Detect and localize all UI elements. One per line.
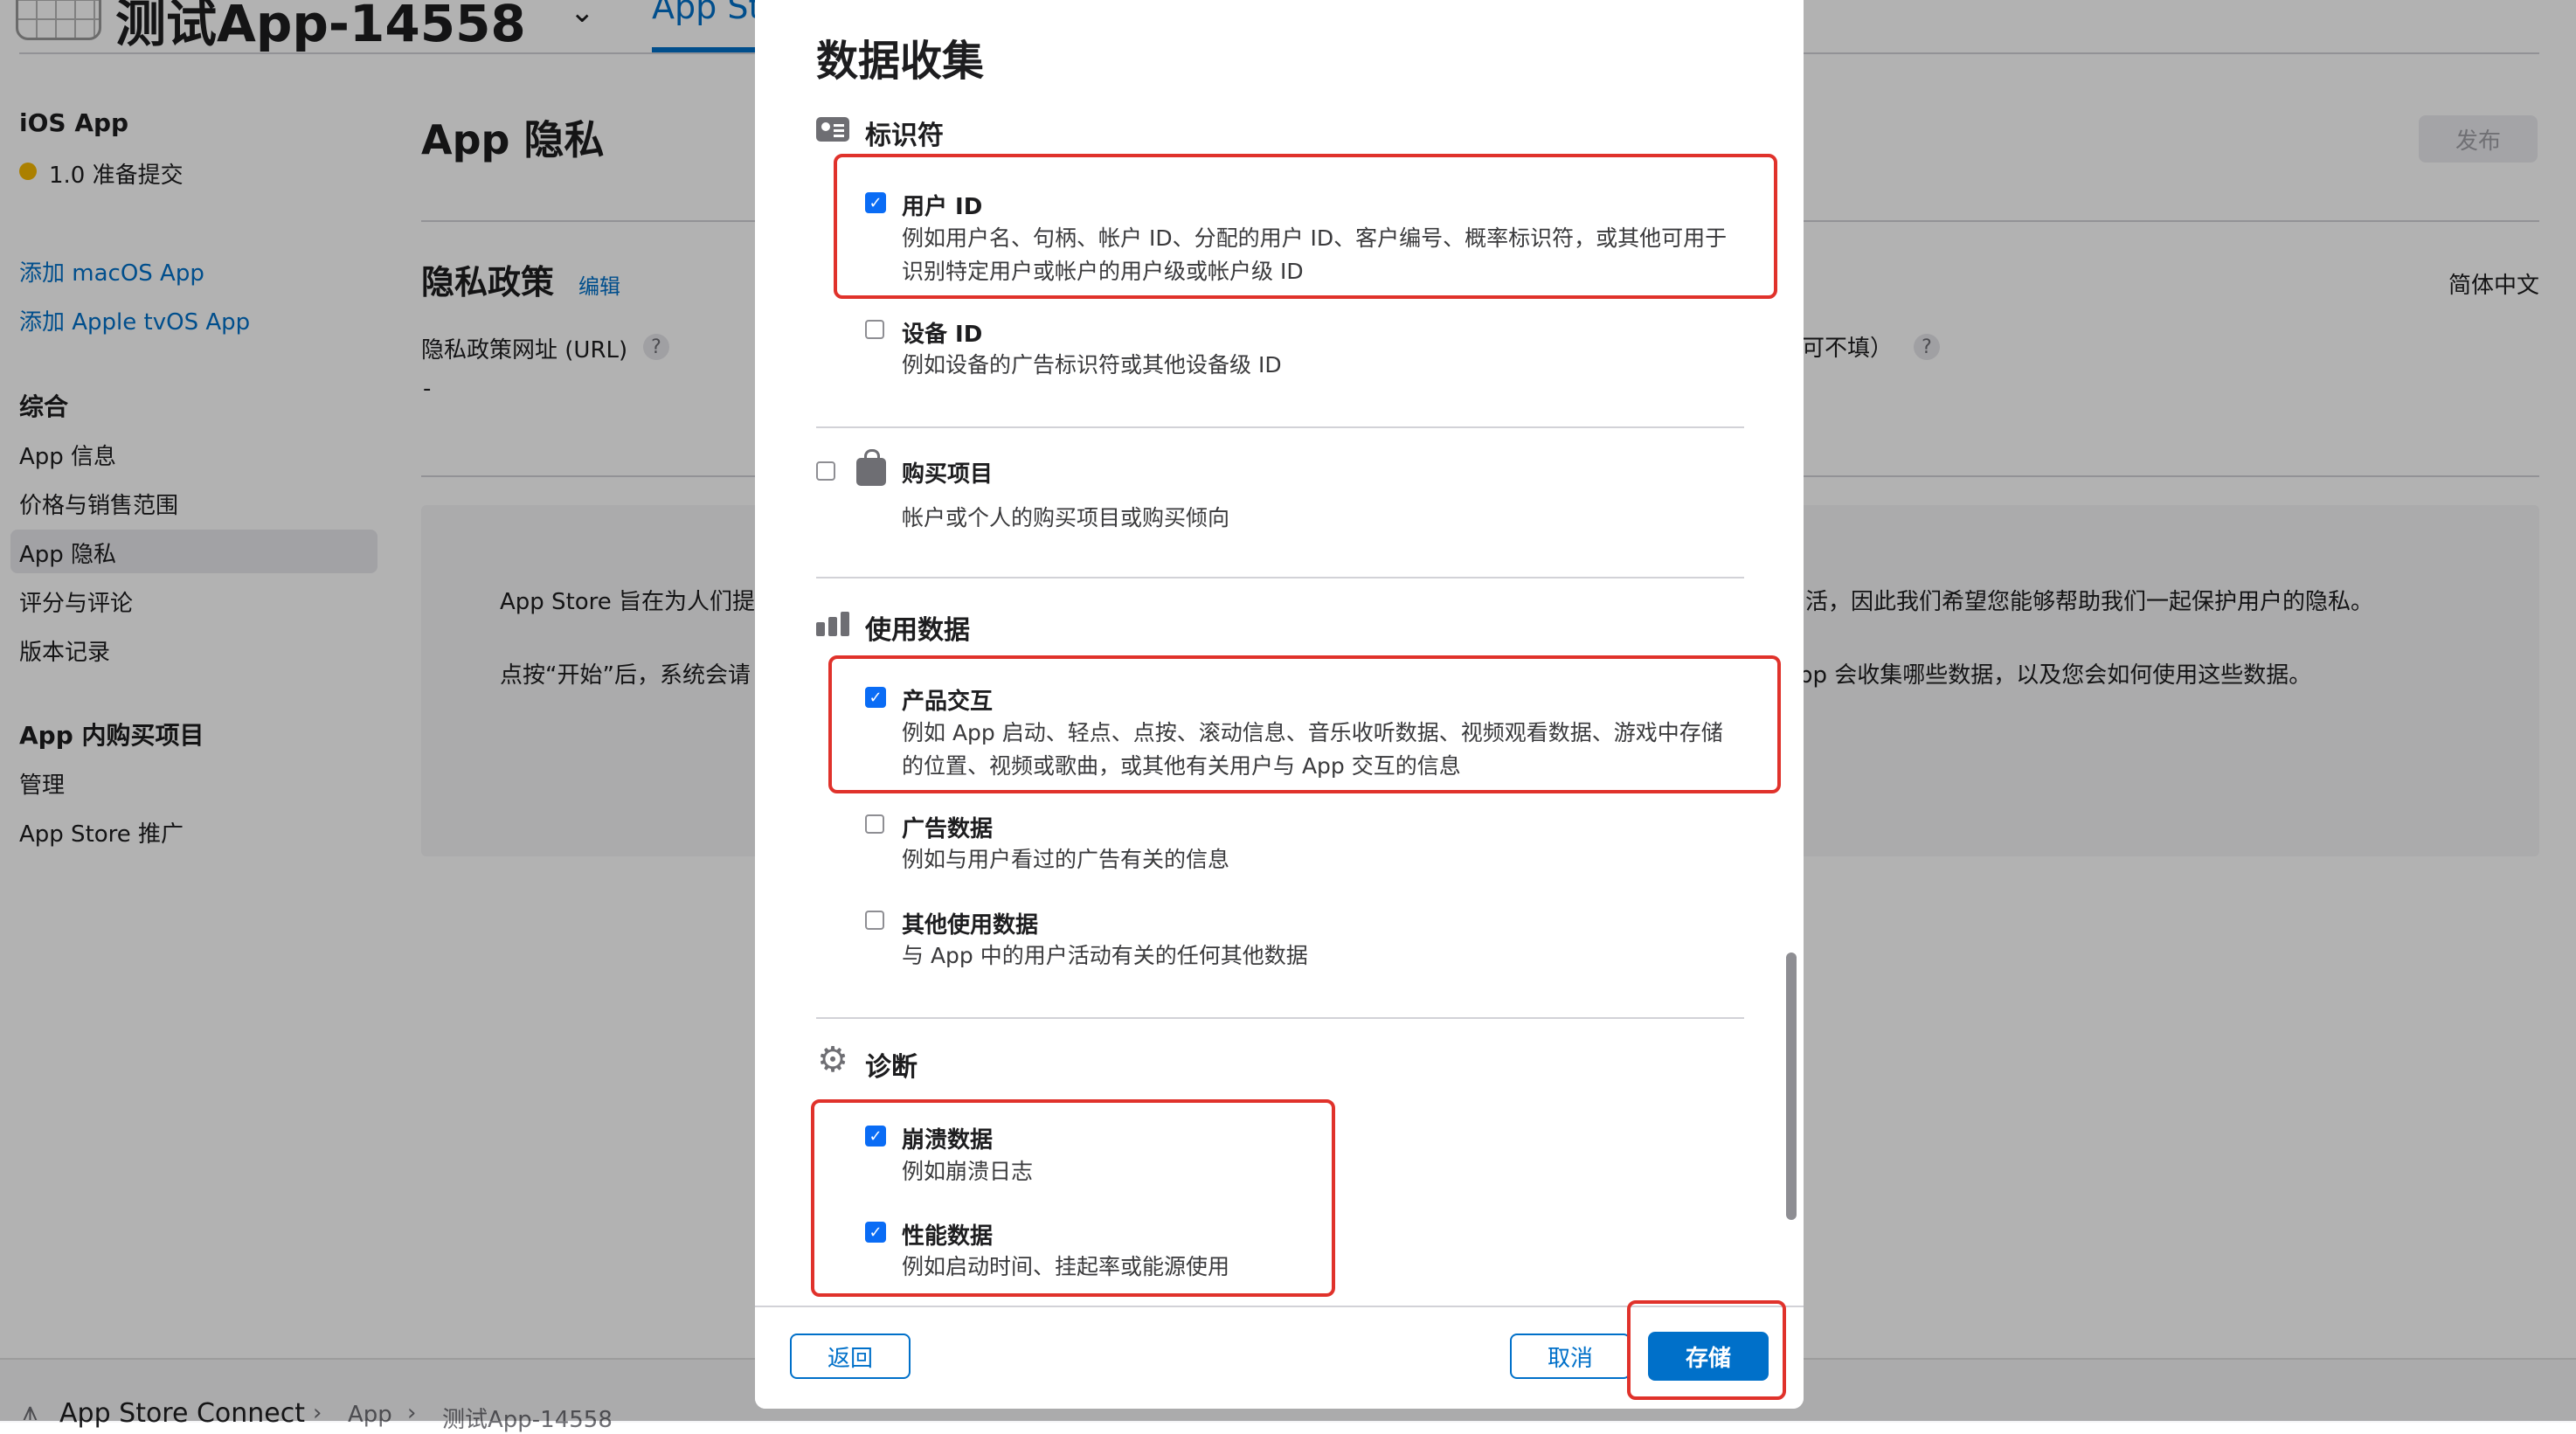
checkbox-crash-data[interactable]: ✓ bbox=[865, 1126, 886, 1147]
save-button[interactable]: 存储 bbox=[1648, 1332, 1769, 1381]
checkmark-icon: ✓ bbox=[869, 1126, 883, 1146]
shopping-bag-icon bbox=[856, 449, 886, 486]
checkbox-purchases[interactable] bbox=[816, 461, 835, 481]
checkbox-advertising-data[interactable] bbox=[865, 814, 884, 834]
divider bbox=[816, 577, 1744, 578]
item-performance-data-desc: 例如启动时间、挂起率或能源使用 bbox=[902, 1254, 1230, 1279]
item-performance-data-label[interactable]: 性能数据 bbox=[902, 1218, 993, 1250]
item-advertising-data-desc: 例如与用户看过的广告有关的信息 bbox=[902, 847, 1230, 872]
id-card-icon bbox=[816, 117, 849, 142]
item-user-id-desc: 例如用户名、句柄、帐户 ID、分配的用户 ID、客户编号、概率标识符，或其他可用… bbox=[902, 225, 1728, 284]
divider bbox=[816, 1017, 1744, 1019]
item-device-id-label[interactable]: 设备 ID bbox=[902, 316, 982, 349]
checkmark-icon: ✓ bbox=[869, 1223, 883, 1242]
bar-chart-icon bbox=[816, 612, 851, 636]
item-device-id-desc: 例如设备的广告标识符或其他设备级 ID bbox=[902, 352, 1282, 378]
item-purchases-desc: 帐户或个人的购买项目或购买倾向 bbox=[902, 505, 1230, 530]
item-other-usage-data-desc: 与 App 中的用户活动有关的任何其他数据 bbox=[902, 943, 1308, 968]
category-usage-title: 使用数据 bbox=[865, 615, 970, 646]
category-diagnostics-title: 诊断 bbox=[865, 1052, 918, 1083]
dialog-title: 数据收集 bbox=[816, 37, 985, 86]
cancel-button[interactable]: 取消 bbox=[1510, 1334, 1631, 1379]
back-button[interactable]: 返回 bbox=[790, 1334, 911, 1379]
item-product-interaction-label[interactable]: 产品交互 bbox=[902, 683, 993, 716]
scrollbar-thumb[interactable] bbox=[1786, 953, 1797, 1220]
data-collection-dialog: 数据收集 标识符 ✓ 用户 ID 例如用户名、句柄、帐户 ID、分配的用户 ID… bbox=[755, 0, 1804, 1409]
item-crash-data-desc: 例如崩溃日志 bbox=[902, 1159, 1034, 1184]
category-identifiers-title: 标识符 bbox=[865, 121, 944, 151]
item-advertising-data-label[interactable]: 广告数据 bbox=[902, 811, 993, 843]
checkbox-performance-data[interactable]: ✓ bbox=[865, 1222, 886, 1243]
checkmark-icon: ✓ bbox=[869, 193, 883, 212]
checkbox-device-id[interactable] bbox=[865, 320, 884, 339]
gear-icon: ⚙ bbox=[817, 1040, 848, 1080]
checkmark-icon: ✓ bbox=[869, 688, 883, 707]
dialog-footer: 返回 取消 存储 bbox=[755, 1300, 1804, 1409]
item-user-id-label[interactable]: 用户 ID bbox=[902, 189, 982, 221]
item-product-interaction-desc: 例如 App 启动、轻点、点按、滚动信息、音乐收听数据、视频观看数据、游戏中存储… bbox=[902, 720, 1723, 779]
item-other-usage-data-label[interactable]: 其他使用数据 bbox=[902, 907, 1038, 939]
checkbox-user-id[interactable]: ✓ bbox=[865, 192, 886, 213]
divider bbox=[816, 426, 1744, 428]
checkbox-product-interaction[interactable]: ✓ bbox=[865, 687, 886, 708]
checkbox-other-usage-data[interactable] bbox=[865, 911, 884, 930]
item-purchases-label[interactable]: 购买项目 bbox=[902, 456, 993, 488]
item-crash-data-label[interactable]: 崩溃数据 bbox=[902, 1122, 993, 1154]
